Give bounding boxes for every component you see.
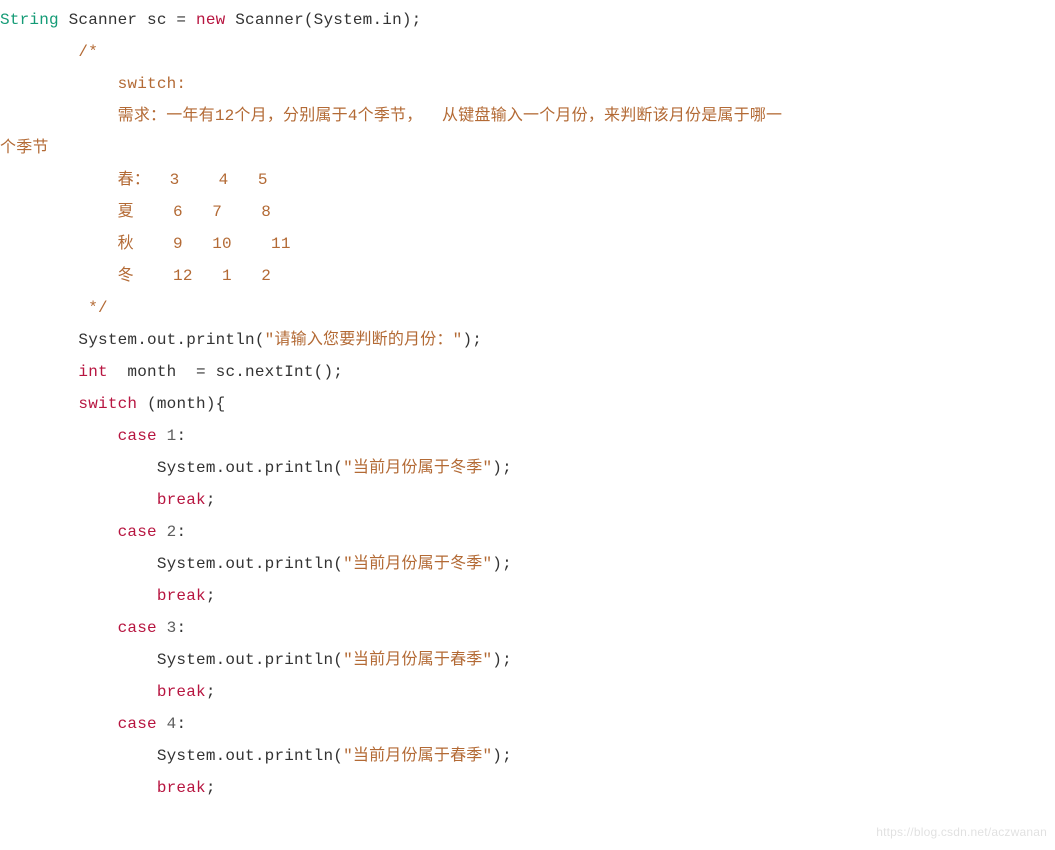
string-literal: "当前月份属于春季" xyxy=(343,651,492,669)
indent xyxy=(0,427,118,445)
indent xyxy=(0,779,157,797)
number: 3 xyxy=(167,619,177,637)
space xyxy=(157,427,167,445)
code-text: System.out.println( xyxy=(0,555,343,573)
code-text: System.out.println( xyxy=(0,459,343,477)
string-literal: "当前月份属于春季" xyxy=(343,747,492,765)
new-keyword: new xyxy=(196,11,225,29)
code-text: System.out.println( xyxy=(0,651,343,669)
indent xyxy=(0,683,157,701)
semi: ; xyxy=(206,779,216,797)
comment-line: 秋 9 10 11 xyxy=(0,235,291,253)
code-block: String Scanner sc = new Scanner(System.i… xyxy=(0,0,1055,804)
int-keyword: int xyxy=(78,363,107,381)
colon: : xyxy=(176,715,186,733)
indent xyxy=(0,523,118,541)
code-text: ); xyxy=(492,555,512,573)
indent xyxy=(0,395,78,413)
comment-line: 冬 12 1 2 xyxy=(0,267,271,285)
semi: ; xyxy=(206,491,216,509)
break-keyword: break xyxy=(157,683,206,701)
break-keyword: break xyxy=(157,779,206,797)
string-literal: "请输入您要判断的月份：" xyxy=(265,331,463,349)
switch-keyword: switch xyxy=(78,395,137,413)
indent xyxy=(0,587,157,605)
number: 4 xyxy=(167,715,177,733)
indent xyxy=(0,491,157,509)
code-text: month = sc.nextInt(); xyxy=(108,363,343,381)
comment-line: 春： 3 4 5 xyxy=(0,171,268,189)
indent xyxy=(0,619,118,637)
code-text: Scanner sc = xyxy=(59,11,196,29)
code-text: System.out.println( xyxy=(0,747,343,765)
indent xyxy=(0,363,78,381)
code-text: ); xyxy=(492,651,512,669)
space xyxy=(157,619,167,637)
number: 1 xyxy=(167,427,177,445)
string-literal: "当前月份属于冬季" xyxy=(343,555,492,573)
type-keyword: String xyxy=(0,11,59,29)
comment-line: 个季节 xyxy=(0,139,49,157)
watermark: https://blog.csdn.net/aczwanan xyxy=(876,820,1047,844)
indent xyxy=(0,715,118,733)
space xyxy=(157,715,167,733)
space xyxy=(157,523,167,541)
code-text: ); xyxy=(492,459,512,477)
string-literal: "当前月份属于冬季" xyxy=(343,459,492,477)
comment-line: 需求：一年有12个月，分别属于4个季节， 从键盘输入一个月份，来判断该月份是属于… xyxy=(0,107,782,125)
comment-line: 夏 6 7 8 xyxy=(0,203,271,221)
break-keyword: break xyxy=(157,491,206,509)
case-keyword: case xyxy=(118,715,157,733)
code-text: ); xyxy=(462,331,482,349)
comment-line: switch: xyxy=(0,75,186,93)
colon: : xyxy=(176,523,186,541)
comment-open: /* xyxy=(0,43,98,61)
case-keyword: case xyxy=(118,619,157,637)
code-text: System.out.println( xyxy=(0,331,265,349)
code-text: (month){ xyxy=(137,395,225,413)
code-text: Scanner(System.in); xyxy=(225,11,421,29)
number: 2 xyxy=(167,523,177,541)
colon: : xyxy=(176,619,186,637)
code-text: ); xyxy=(492,747,512,765)
semi: ; xyxy=(206,683,216,701)
break-keyword: break xyxy=(157,587,206,605)
comment-close: */ xyxy=(0,299,108,317)
case-keyword: case xyxy=(118,427,157,445)
colon: : xyxy=(176,427,186,445)
case-keyword: case xyxy=(118,523,157,541)
semi: ; xyxy=(206,587,216,605)
